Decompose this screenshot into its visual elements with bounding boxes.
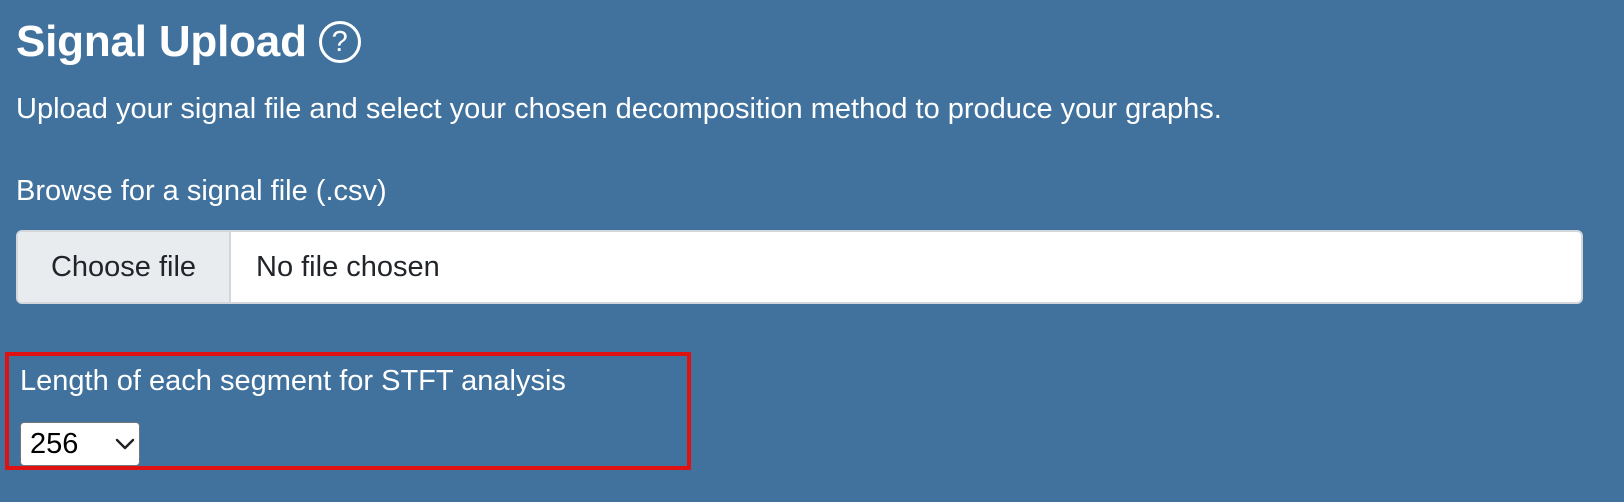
file-upload-label: Browse for a signal file (.csv) [16, 175, 387, 207]
page-description: Upload your signal file and select your … [16, 93, 1222, 125]
segment-length-section: Length of each segment for STFT analysis… [5, 352, 691, 470]
title-row: Signal Upload ? [16, 14, 361, 70]
help-icon[interactable]: ? [318, 21, 361, 63]
file-status-text: No file chosen [256, 250, 440, 283]
signal-upload-page: Signal Upload ? Upload your signal file … [0, 0, 1624, 502]
segment-length-select[interactable]: 256 [20, 422, 140, 466]
file-upload-input[interactable]: Choose file No file chosen [16, 230, 1583, 304]
page-title: Signal Upload [16, 17, 307, 66]
segment-length-label: Length of each segment for STFT analysis [20, 365, 566, 397]
chevron-down-icon [111, 422, 139, 466]
segment-length-value: 256 [30, 427, 79, 460]
choose-file-button[interactable]: Choose file [18, 232, 231, 302]
